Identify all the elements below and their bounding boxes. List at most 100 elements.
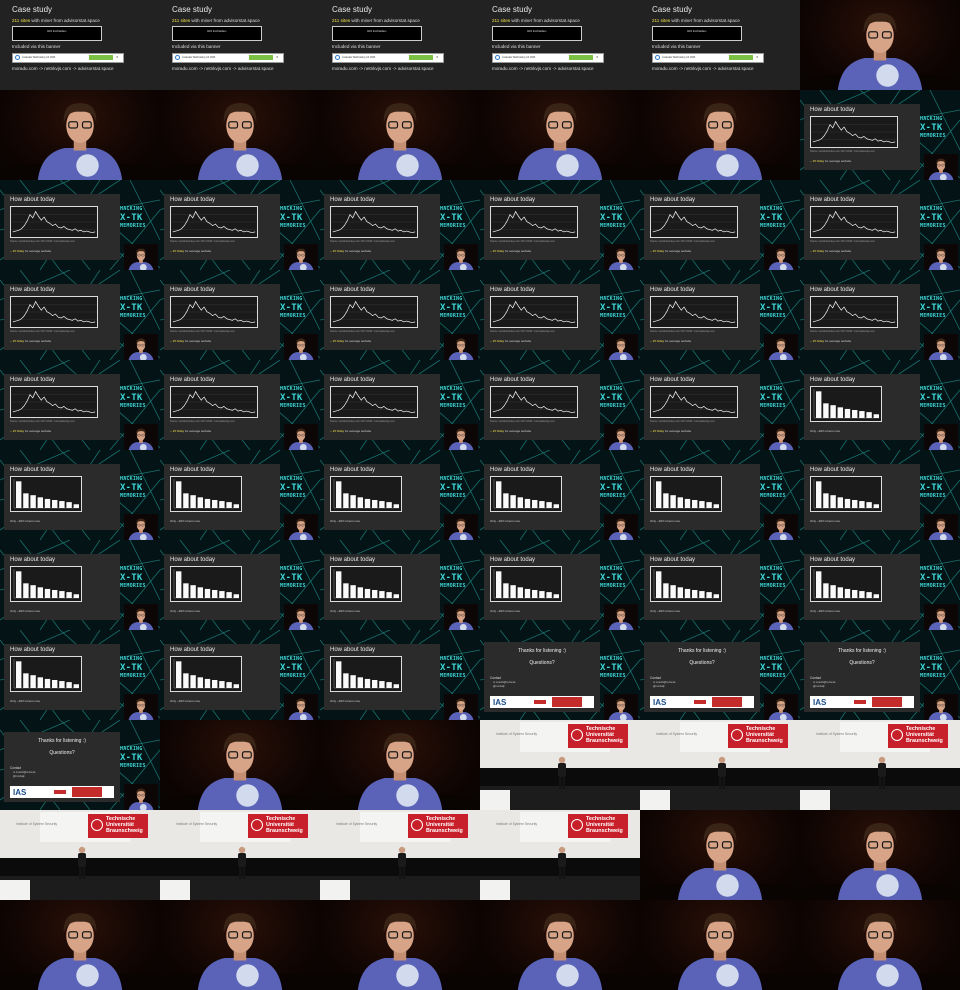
speaker-closeup-thumbnail[interactable] (0, 900, 160, 990)
line-chart-slide-thumbnail[interactable]: HACKING X-TK MEMORIES How about today Sour… (480, 270, 640, 360)
speaker-closeup-thumbnail[interactable] (800, 810, 960, 900)
line-chart-slide-thumbnail[interactable]: HACKING X-TK MEMORIES How about today Sour… (800, 90, 960, 180)
line-chart-slide-thumbnail[interactable]: HACKING X-TK MEMORIES How about today Sour… (160, 270, 320, 360)
line-chart-slide-thumbnail[interactable]: HACKING X-TK MEMORIES How about today Sour… (640, 180, 800, 270)
case-study-slide-thumbnail[interactable]: Case study 211 sites with miner from adv… (480, 0, 640, 90)
speaker-closeup-thumbnail[interactable] (640, 90, 800, 180)
line-point-7 (512, 217, 514, 219)
line-chart-slide-thumbnail[interactable]: HACKING X-TK MEMORIES How about today Sour… (320, 180, 480, 270)
ias-logo: IAS (813, 698, 827, 707)
stage-wide-thumbnail[interactable]: Institute of System Security Technische … (480, 720, 640, 810)
case-line-2: Included via this banner (332, 44, 381, 49)
forbidden-box: 403 Forbidden. (652, 26, 742, 41)
stage-speaker (718, 756, 726, 789)
line-chart-slide-thumbnail[interactable]: HACKING X-TK MEMORIES How about today Sour… (320, 270, 480, 360)
line-chart-slide-thumbnail[interactable]: HACKING X-TK MEMORIES How about today Sour… (480, 180, 640, 270)
line-point-27 (409, 321, 410, 323)
thanks-slide-thumbnail[interactable]: HACKING X-TK MEMORIES Thanks for listening… (800, 630, 960, 720)
bar-chart-slide-thumbnail[interactable]: HACKING X-TK MEMORIES How about today Only… (160, 450, 320, 540)
bar-3 (37, 677, 43, 688)
stage-wide-thumbnail[interactable]: Institute of System Security Technische … (640, 720, 800, 810)
case-study-slide-thumbnail[interactable]: Case study 211 sites with miner from adv… (0, 0, 160, 90)
line-point-0 (652, 231, 654, 233)
line-point-5 (826, 130, 828, 132)
line-chart-slide-thumbnail[interactable]: HACKING X-TK MEMORIES How about today Sour… (0, 180, 160, 270)
line-chart-slide-thumbnail[interactable]: HACKING X-TK MEMORIES How about today Sour… (800, 270, 960, 360)
bar-chart-slide-thumbnail[interactable]: HACKING X-TK MEMORIES How about today Only… (480, 540, 640, 630)
line-chart-slide-thumbnail[interactable]: HACKING X-TK MEMORIES How about today Sour… (640, 360, 800, 450)
line-point-17 (860, 317, 862, 319)
bar-3 (357, 677, 363, 688)
speaker-closeup-thumbnail[interactable] (800, 0, 960, 90)
bar-7 (386, 682, 392, 688)
case-study-slide-thumbnail[interactable]: Case study 211 sites with miner from adv… (640, 0, 800, 90)
slide-panel: How about today Only ~400 miners now (164, 554, 280, 620)
speaker-closeup-thumbnail[interactable] (480, 90, 640, 180)
line-point-11 (523, 216, 525, 218)
line-point-28 (91, 232, 93, 233)
speaker-closeup-thumbnail[interactable] (160, 90, 320, 180)
speaker-closeup-thumbnail[interactable] (160, 900, 320, 990)
speaker-closeup-thumbnail[interactable] (480, 900, 640, 990)
thanks-slide-thumbnail[interactable]: HACKING X-TK MEMORIES Thanks for listening… (480, 630, 640, 720)
slide-panel: How about today Source: worldcoinindex.c… (804, 284, 920, 350)
line-chart-slide-thumbnail[interactable]: HACKING X-TK MEMORIES How about today Sour… (0, 270, 160, 360)
line-chart-slide-thumbnail[interactable]: HACKING X-TK MEMORIES How about today Sour… (320, 360, 480, 450)
bar-chart-slide-thumbnail[interactable]: HACKING X-TK MEMORIES How about today Only… (800, 450, 960, 540)
bar-7 (226, 502, 232, 508)
line-point-28 (731, 412, 733, 413)
bar-chart-slide-thumbnail[interactable]: HACKING X-TK MEMORIES How about today Only… (320, 540, 480, 630)
stage-wide-thumbnail[interactable]: Institute of System Security Technische … (0, 810, 160, 900)
line-chart-slide-thumbnail[interactable]: HACKING X-TK MEMORIES How about today Sour… (160, 360, 320, 450)
line-point-21 (552, 320, 553, 321)
case-study-slide-thumbnail[interactable]: Case study 211 sites with miner from adv… (320, 0, 480, 90)
speaker-closeup-thumbnail[interactable] (0, 90, 160, 180)
bar-chart-slide-thumbnail[interactable]: HACKING X-TK MEMORIES How about today Only… (640, 450, 800, 540)
line-point-21 (392, 320, 393, 321)
stage-wide-thumbnail[interactable]: Institute of System Security Technische … (320, 810, 480, 900)
line-point-25 (883, 321, 884, 323)
line-chart-slide-thumbnail[interactable]: HACKING X-TK MEMORIES How about today Sour… (0, 360, 160, 450)
speaker-closeup-thumbnail[interactable] (320, 720, 480, 810)
forbidden-box: 403 Forbidden. (172, 26, 262, 41)
speaker-inset (924, 334, 958, 360)
bar-chart-slide-thumbnail[interactable]: HACKING X-TK MEMORIES How about today Only… (320, 630, 480, 720)
bar-chart-slide-thumbnail[interactable]: HACKING X-TK MEMORIES How about today Only… (800, 540, 960, 630)
bar-chart-slide-thumbnail[interactable]: HACKING X-TK MEMORIES How about today Only… (160, 540, 320, 630)
conference-logo: HACKING X-TK MEMORIES (280, 656, 306, 679)
line-chart-slide-thumbnail[interactable]: HACKING X-TK MEMORIES How about today Sour… (160, 180, 320, 270)
bar-chart-slide-thumbnail[interactable]: HACKING X-TK MEMORIES How about today Only… (800, 360, 960, 450)
bar-6 (859, 411, 865, 418)
speaker-closeup-thumbnail[interactable] (640, 810, 800, 900)
line-point-13 (529, 313, 531, 314)
bar-chart-slide-thumbnail[interactable]: HACKING X-TK MEMORIES How about today Only… (0, 540, 160, 630)
contact-email: m.musch@tu-bs.de (13, 771, 36, 774)
bar-chart-slide-thumbnail[interactable]: HACKING X-TK MEMORIES How about today Only… (320, 450, 480, 540)
bar-8 (393, 504, 399, 508)
line-point-18 (543, 226, 545, 227)
slide-caption: ~ 15 h/day for average website (650, 249, 692, 253)
bar-0 (16, 661, 22, 688)
bar-chart-slide-thumbnail[interactable]: HACKING X-TK MEMORIES How about today Only… (160, 630, 320, 720)
thanks-slide-thumbnail[interactable]: HACKING X-TK MEMORIES Thanks for listening… (0, 720, 160, 810)
case-study-slide-thumbnail[interactable]: Case study 211 sites with miner from adv… (160, 0, 320, 90)
speaker-closeup-thumbnail[interactable] (800, 900, 960, 990)
bar-chart-slide-thumbnail[interactable]: HACKING X-TK MEMORIES How about today Only… (480, 450, 640, 540)
thanks-slide-thumbnail[interactable]: HACKING X-TK MEMORIES Thanks for listening… (640, 630, 800, 720)
stage-wide-thumbnail[interactable]: Institute of System Security Technische … (800, 720, 960, 810)
line-point-18 (863, 136, 865, 137)
line-chart-slide-thumbnail[interactable]: HACKING X-TK MEMORIES How about today Sour… (480, 360, 640, 450)
line-chart-slide-thumbnail[interactable]: HACKING X-TK MEMORIES How about today Sour… (640, 270, 800, 360)
line-chart-slide-thumbnail[interactable]: HACKING X-TK MEMORIES How about today Sour… (800, 180, 960, 270)
speaker-closeup-thumbnail[interactable] (320, 900, 480, 990)
speaker-closeup-thumbnail[interactable] (160, 720, 320, 810)
stage-wide-thumbnail[interactable]: Institute of System Security Technische … (480, 810, 640, 900)
speaker-person (517, 913, 603, 990)
speaker-closeup-thumbnail[interactable] (320, 90, 480, 180)
line-point-10 (521, 309, 522, 311)
stage-wide-thumbnail[interactable]: Institute of System Security Technische … (160, 810, 320, 900)
speaker-closeup-thumbnail[interactable] (640, 900, 800, 990)
bar-chart-slide-thumbnail[interactable]: HACKING X-TK MEMORIES How about today Only… (0, 450, 160, 540)
bar-chart-slide-thumbnail[interactable]: HACKING X-TK MEMORIES How about today Only… (0, 630, 160, 720)
bar-chart-slide-thumbnail[interactable]: HACKING X-TK MEMORIES How about today Only… (640, 540, 800, 630)
